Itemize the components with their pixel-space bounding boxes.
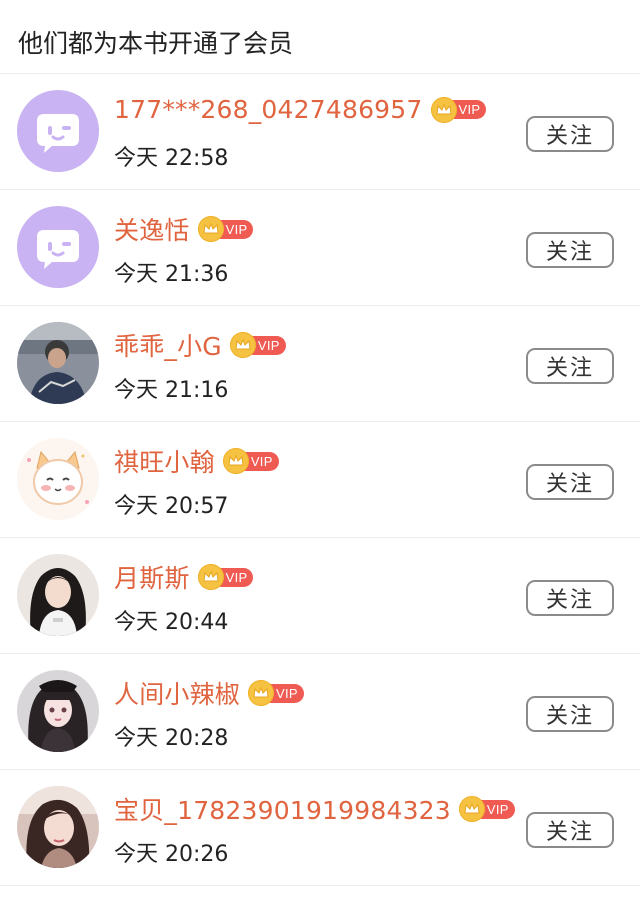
list-item[interactable]: 关逸恬 VIP 今天 21:36 关注 [0,190,640,306]
vip-badge: VIP [197,216,254,242]
cartoon-cat-avatar-icon [17,438,99,520]
join-time: 今天 20:57 [114,494,229,519]
vip-badge: VIP [430,96,487,123]
avatar[interactable] [17,670,99,752]
follow-button[interactable]: 关注 [526,232,614,268]
crown-icon [248,680,275,706]
avatar[interactable] [17,322,99,404]
vip-badge: VIP [197,564,254,590]
follow-button[interactable]: 关注 [526,348,614,384]
member-name[interactable]: 乖乖_小G [114,327,222,363]
follow-button[interactable]: 关注 [526,116,614,152]
member-list-page: 他们都为本书开通了会员 177***268_0427486957 VIP 今天 … [0,0,640,901]
member-name[interactable]: 月斯斯 [114,559,190,595]
vip-badge: VIP [458,796,515,822]
crown-icon [222,448,249,474]
follow-button[interactable]: 关注 [526,812,614,848]
list-item[interactable]: 宝贝_17823901919984323 VIP 今天 20:26 关注 [0,770,640,886]
crown-icon [197,216,224,242]
crown-icon [197,564,224,590]
photo-avatar-icon [17,554,99,636]
list-item[interactable]: 祺旺小翰 VIP 今天 20:57 关注 [0,422,640,538]
vip-badge: VIP [229,332,286,358]
avatar[interactable] [17,786,99,868]
list-item[interactable]: 月斯斯 VIP 今天 20:44 关注 [0,538,640,654]
crown-icon [229,332,256,358]
join-time: 今天 21:36 [114,262,229,287]
follow-button[interactable]: 关注 [526,464,614,500]
join-time: 今天 22:58 [114,146,229,171]
photo-avatar-icon [17,786,99,868]
avatar[interactable] [17,90,99,172]
join-time: 今天 21:16 [114,378,229,403]
member-name[interactable]: 关逸恬 [114,211,190,247]
avatar[interactable] [17,438,99,520]
join-time: 今天 20:26 [114,842,229,867]
member-list: 177***268_0427486957 VIP 今天 22:58 关注 关逸恬… [0,74,640,886]
chat-bubble-avatar-icon [17,90,99,172]
follow-button[interactable]: 关注 [526,580,614,616]
crown-icon [458,796,485,822]
vip-badge: VIP [222,448,279,474]
follow-button[interactable]: 关注 [526,696,614,732]
vip-badge: VIP [248,680,304,706]
list-item[interactable]: 177***268_0427486957 VIP 今天 22:58 关注 [0,74,640,190]
join-time: 今天 20:44 [114,610,229,635]
page-title: 他们都为本书开通了会员 [0,0,640,74]
list-item[interactable]: 人间小辣椒 VIP 今天 20:28 关注 [0,654,640,770]
member-name[interactable]: 祺旺小翰 [114,443,215,479]
member-name[interactable]: 人间小辣椒 [114,675,240,711]
avatar[interactable] [17,206,99,288]
join-time: 今天 20:28 [114,726,229,751]
avatar[interactable] [17,554,99,636]
member-name[interactable]: 177***268_0427486957 [114,95,423,124]
photo-avatar-icon [17,322,99,404]
illustrated-girl-avatar-icon [17,670,99,752]
chat-bubble-avatar-icon [17,206,99,288]
member-name[interactable]: 宝贝_17823901919984323 [114,791,451,827]
crown-icon [430,96,457,123]
list-item[interactable]: 乖乖_小G VIP 今天 21:16 关注 [0,306,640,422]
